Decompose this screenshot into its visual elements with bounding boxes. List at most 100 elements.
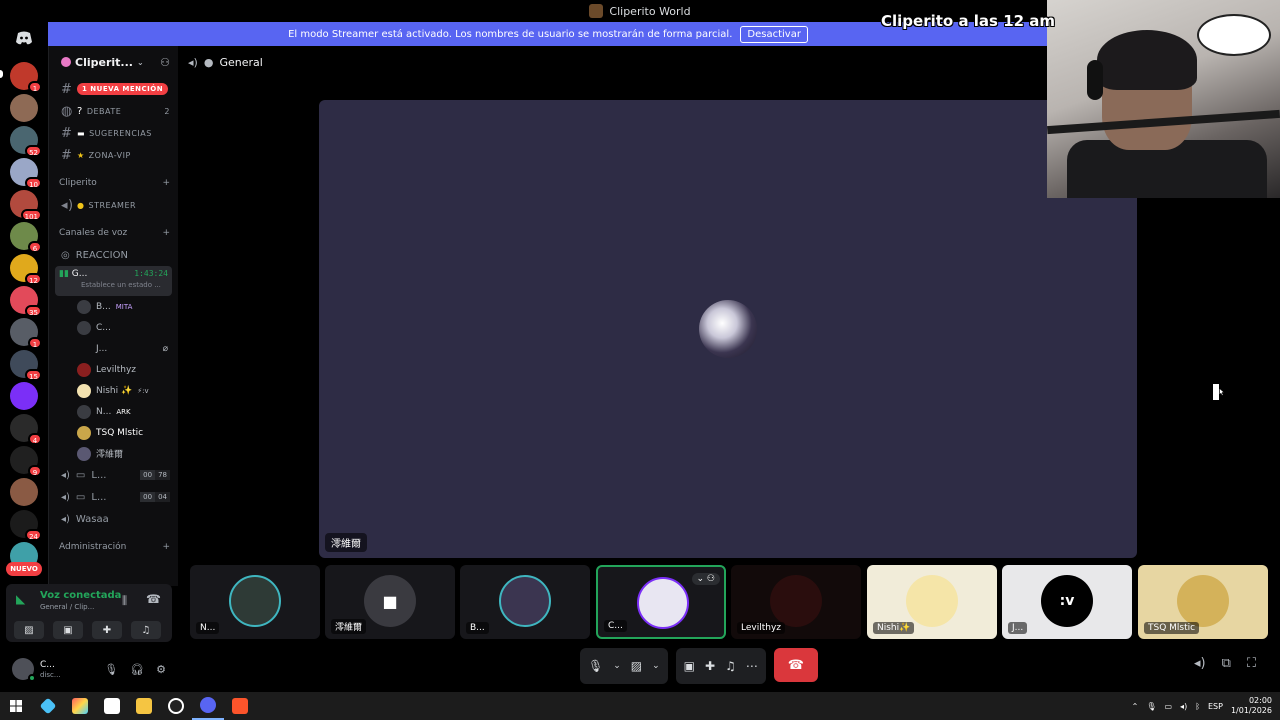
voice-channel[interactable]: ◂) ▭ L... 00 78 [49,464,178,486]
activities-icon[interactable]: ✚ [705,659,715,673]
participant-tile-selected[interactable]: C... ⌄ ⚇ [596,565,726,639]
screen-share-icon[interactable]: ▣ [684,659,695,673]
server-icon[interactable]: 24 [10,510,42,541]
fullscreen-icon[interactable]: ⛶ [1247,656,1256,671]
soundboard-button[interactable]: ♫ [131,621,161,639]
mic-group[interactable]: 🎙︎ ⌄ ▨ ⌄ [580,648,668,684]
taskbar-app-discord[interactable] [192,692,224,720]
taskbar-app[interactable] [160,692,192,720]
taskbar-app[interactable] [224,692,256,720]
channel-streamer[interactable]: ◂) ● STREAMER [49,194,178,216]
activities-button[interactable]: ✚ [92,621,122,639]
server-icon[interactable]: 101 [10,190,42,221]
participant-tile[interactable]: ■ 澪維爾 [325,565,455,639]
participant-tile[interactable]: Nishi✨ [867,565,997,639]
channel-reaccion[interactable]: ◎ REACCION [49,244,178,266]
server-icon[interactable]: 4 [10,414,42,445]
soundboard-icon[interactable]: ♫ [725,659,736,673]
participant-tile[interactable]: :v J... [1002,565,1132,639]
clock[interactable]: 02:00 1/01/2026 [1231,696,1272,716]
plus-icon[interactable]: + [162,228,170,238]
avatar [229,575,281,627]
server-icon[interactable]: 10 [10,158,42,189]
bluetooth-icon[interactable]: ᛒ [1195,702,1200,711]
mic-icon[interactable]: 🎙︎ [588,659,603,673]
voice-user[interactable]: B... MITA [49,296,178,317]
network-icon[interactable]: ▭ [1164,702,1172,711]
language-indicator[interactable]: ESP [1208,702,1223,711]
disconnect-button[interactable]: ☎ [773,648,818,682]
popout-icon[interactable]: ⧉ [1222,656,1231,671]
screen-share-button[interactable]: ▣ [53,621,83,639]
channel-sugerencias[interactable]: # ▬ SUGERENCIAS [49,122,178,144]
server-icon[interactable]: 15 [10,350,42,381]
disconnect-icon[interactable]: ☎ [146,592,161,606]
voice-user[interactable]: Nishi ✨ ⚡:v [49,380,178,401]
channel-mention[interactable]: # 1 NUEVA MENCIÓN [49,78,178,100]
volume-icon[interactable]: ◂) [1194,656,1206,671]
obs-icon [168,698,184,714]
taskbar-app[interactable] [32,692,64,720]
channel-label: L... [91,491,107,503]
volume-icon[interactable]: ◂) [1180,702,1187,711]
server-icon[interactable]: 9 [10,446,42,477]
unread-pill [0,70,3,78]
gear-icon[interactable]: ⚙ [156,663,166,676]
server-icon[interactable] [10,382,38,410]
active-voice-channel[interactable]: ▮▮ G... 1:43:24 Establece un estado ... [55,266,172,296]
server-icon[interactable]: 12 [10,254,42,285]
taskbar-app[interactable] [96,692,128,720]
taskbar-app[interactable] [64,692,96,720]
participant-tile[interactable]: Levilthyz [731,565,861,639]
voice-activity-icon: ▮▮ [59,269,69,279]
channel-zona-vip[interactable]: # ★ ZONA-VIP [49,144,178,166]
chevron-down-icon[interactable]: ⌄ [613,661,621,671]
invite-icon[interactable]: ⚇ [160,56,170,69]
participant-tile[interactable]: B... [460,565,590,639]
start-button[interactable] [0,692,32,720]
camera-off-icon[interactable]: ▨ [631,659,642,673]
mic-icon[interactable]: 🎙︎ [104,663,118,676]
chevron-up-icon[interactable]: ⌃ [1132,702,1139,711]
server-icon[interactable]: 52 [10,126,42,157]
windows-taskbar: ⌃ 🎙︎ ▭ ◂) ᛒ ESP 02:00 1/01/2026 [0,692,1280,720]
mic-icon[interactable]: 🎙︎ [1146,702,1156,711]
voice-user[interactable]: Levilthyz [49,359,178,380]
channel-wasaa[interactable]: ◂) Wasaa [49,508,178,530]
discord-home-icon[interactable] [10,24,38,52]
expand-participants-icon[interactable]: ⌄ ⚇ [691,573,720,585]
voice-status-label[interactable]: Voz conectada [40,590,121,601]
more-icon[interactable]: ⋯ [746,659,758,673]
avatar[interactable] [12,658,36,682]
server-icon[interactable]: 6 [10,222,42,253]
participant-tile[interactable]: TSQ Mlstic [1138,565,1268,639]
voice-user[interactable]: C... [49,317,178,338]
taskbar-app[interactable] [128,692,160,720]
server-icon[interactable]: 35 [10,286,42,317]
channel-debate[interactable]: ◍ ? DEBATE 2 [49,100,178,122]
plus-icon[interactable]: + [162,542,170,552]
headphones-icon[interactable]: 🎧︎ [130,663,144,676]
focused-stream[interactable]: 澪維爾 [319,100,1137,558]
server-icon[interactable]: 1 [10,62,42,93]
soundboard-icon[interactable]: ⫼ [122,594,127,608]
soundboard-icon: ♫ [141,624,151,636]
participant-tile[interactable]: N... [190,565,320,639]
plus-icon[interactable]: + [162,178,170,188]
voice-user[interactable]: TSQ Mlstic [49,422,178,443]
server-icon[interactable] [10,94,38,122]
server-header[interactable]: Cliperit... ⌄ ⚇ [49,46,178,78]
badge: 52 [25,145,42,157]
voice-channel[interactable]: ◂) ▭ L... 00 04 [49,486,178,508]
category-admin[interactable]: Administración + [49,536,178,558]
voice-user[interactable]: 澪維爾 [49,443,178,464]
voice-user[interactable]: J... ⌀ [49,338,178,359]
server-icon[interactable]: 1 [10,318,42,349]
camera-off-button[interactable]: ▨ [14,621,44,639]
category-voz[interactable]: Canales de voz + [49,222,178,244]
deactivate-button[interactable]: Desactivar [740,25,808,43]
voice-user[interactable]: N... ARK [49,401,178,422]
chevron-down-icon[interactable]: ⌄ [652,661,660,671]
server-icon[interactable] [10,478,38,506]
category-cliperito[interactable]: Cliperito + [49,172,178,194]
